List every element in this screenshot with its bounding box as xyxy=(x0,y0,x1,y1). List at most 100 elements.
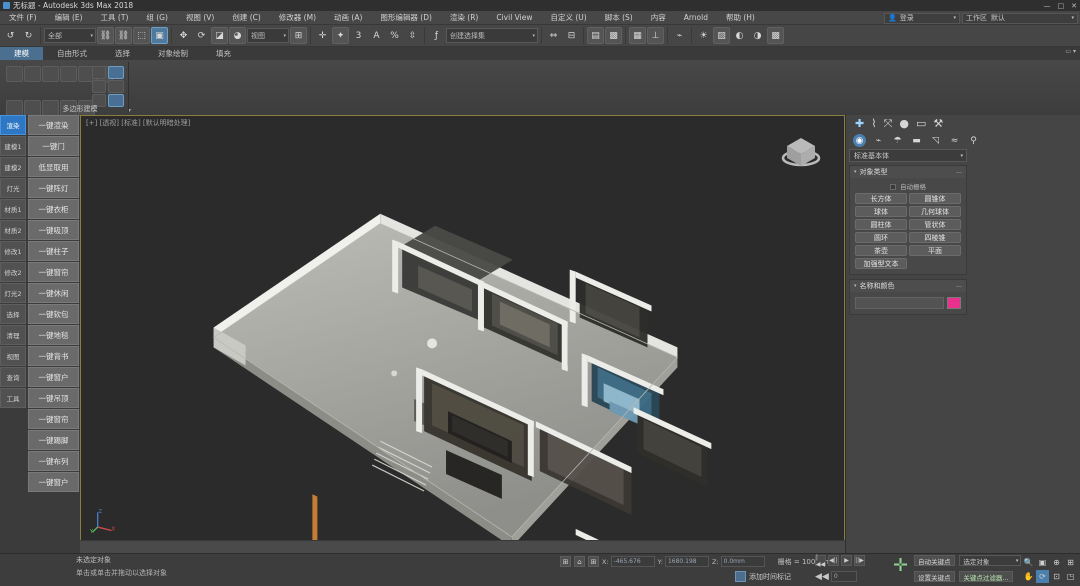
curve-editor-button[interactable]: ▦ xyxy=(629,27,646,44)
menu-item-scripting[interactable]: 脚本 (S) xyxy=(596,11,642,25)
cylinder-button[interactable]: 圆柱体 xyxy=(855,219,907,230)
render-setup-button[interactable]: ⌁ xyxy=(671,27,688,44)
sidebar-action-lowpoly[interactable]: 低显取用 xyxy=(28,157,79,177)
menu-item-civil-view[interactable]: Civil View xyxy=(487,11,541,25)
sidebar-category-lights2[interactable]: 灯光2 xyxy=(0,283,26,303)
close-button[interactable]: ✕ xyxy=(1071,2,1077,10)
add-time-tag-group[interactable]: 添加时间标记 xyxy=(735,571,791,582)
sidebar-action-curtain2[interactable]: 一键窗帘 xyxy=(28,409,79,429)
render-production-button[interactable]: ☀ xyxy=(695,27,712,44)
zoom-extents-icon[interactable]: ⊕ xyxy=(1050,556,1063,569)
snap-3d-button[interactable]: 3 xyxy=(350,27,367,44)
minimize-icon[interactable]: — xyxy=(956,283,962,290)
sidebar-category-view[interactable]: 视图 xyxy=(0,346,26,366)
sidebar-action-softpack[interactable]: 一键软包 xyxy=(28,304,79,324)
primitive-category-dropdown[interactable]: 标准基本体 ▾ xyxy=(849,149,967,162)
sidebar-category-material2[interactable]: 材质2 xyxy=(0,220,26,240)
menu-item-help[interactable]: 帮助 (H) xyxy=(717,11,764,25)
snap-angle-button[interactable]: A xyxy=(368,27,385,44)
create-tab-icon[interactable]: ✚ xyxy=(855,118,864,129)
teapot-button[interactable]: 茶壶 xyxy=(855,245,907,256)
sphere-button[interactable]: 球体 xyxy=(855,206,907,217)
menu-item-file[interactable]: 文件 (F) xyxy=(0,11,46,25)
minimize-button[interactable]: — xyxy=(1044,2,1051,10)
field-of-view-icon[interactable]: ◳ xyxy=(1064,570,1077,583)
menu-item-customize[interactable]: 自定义 (U) xyxy=(541,11,595,25)
spinner-snap-button[interactable]: ⇳ xyxy=(404,27,421,44)
unlink-button[interactable]: ⛓ xyxy=(115,27,132,44)
select-scale-button[interactable]: ◪ xyxy=(211,27,228,44)
workspace-selector[interactable]: 工作区 默认 ▾ xyxy=(962,12,1078,24)
absolute-relative-icon[interactable]: ⊞ xyxy=(588,556,599,567)
sidebar-action-door[interactable]: 一键门 xyxy=(28,136,79,156)
autogrid-checkbox-row[interactable]: 自动栅格 xyxy=(855,181,961,191)
sidebar-category-modeling2[interactable]: 建模2 xyxy=(0,157,26,177)
ribbon-button[interactable] xyxy=(108,66,124,79)
lights-icon[interactable]: ☂ xyxy=(891,134,904,147)
sidebar-category-lights[interactable]: 灯光 xyxy=(0,178,26,198)
angle-snap-button[interactable]: ✦ xyxy=(332,27,349,44)
bind-to-space-warp-button[interactable]: ⬚ xyxy=(133,27,150,44)
menu-item-graph-editors[interactable]: 图形编辑器 (D) xyxy=(371,11,441,25)
current-frame-input[interactable]: 0 xyxy=(830,571,857,582)
select-object-button[interactable]: ▣ xyxy=(151,27,168,44)
sidebar-category-cleanup[interactable]: 清理 xyxy=(0,325,26,345)
ribbon-overflow-icon[interactable]: ▭ ▾ xyxy=(1065,48,1076,55)
sidebar-action-column[interactable]: 一键柱子 xyxy=(28,241,79,261)
viewport-label[interactable]: [+] [透视] [标准] [默认明暗处理] xyxy=(86,118,190,128)
sidebar-category-tools[interactable]: 工具 xyxy=(0,388,26,408)
select-link-button[interactable]: ⛓ xyxy=(97,27,114,44)
signin-button[interactable]: 👤 登录 ▾ xyxy=(884,12,960,24)
ribbon-tab-object-paint[interactable]: 对象绘制 xyxy=(144,47,202,60)
cameras-icon[interactable]: ▬ xyxy=(910,134,923,147)
ribbon-tab-modeling[interactable]: 建模 xyxy=(0,47,43,60)
key-mode-toggle-button[interactable]: ◀◀ xyxy=(815,572,829,582)
sidebar-action-ceiling2[interactable]: 一键吊顶 xyxy=(28,388,79,408)
select-rotate-button[interactable]: ⟳ xyxy=(193,27,210,44)
name-and-color-header[interactable]: ▾ 名称和颜色 — xyxy=(850,280,966,292)
prev-frame-button[interactable]: ◀|| xyxy=(828,555,839,566)
helpers-icon[interactable]: ◹ xyxy=(929,134,942,147)
mirror-button[interactable]: ⇔ xyxy=(545,27,562,44)
material-editor-button[interactable]: ⊥ xyxy=(647,27,664,44)
auto-key-button[interactable]: 自动关键点 xyxy=(914,555,955,566)
play-button[interactable]: ▶ xyxy=(841,555,852,566)
tube-button[interactable]: 管状体 xyxy=(909,219,961,230)
coordinate-system-combo[interactable]: 视图 ▾ xyxy=(247,28,289,43)
object-type-header[interactable]: ▾ 对象类型 — xyxy=(850,166,966,178)
coord-x-input[interactable]: -465.676 xyxy=(610,556,655,567)
sidebar-action-curtain[interactable]: 一键窗帘 xyxy=(28,262,79,282)
render-last-button[interactable]: ◑ xyxy=(749,27,766,44)
sidebar-action-leisure[interactable]: 一键休闲 xyxy=(28,283,79,303)
modify-tab-icon[interactable]: ⌇ xyxy=(871,118,876,129)
autogrid-checkbox[interactable] xyxy=(889,184,896,190)
text-plus-button[interactable]: 加强型文本 xyxy=(855,258,907,269)
select-move-button[interactable]: ✥ xyxy=(175,27,192,44)
sidebar-action-array[interactable]: 一键布列 xyxy=(28,451,79,471)
pyramid-button[interactable]: 四棱锥 xyxy=(909,232,961,243)
ribbon-button[interactable] xyxy=(24,66,41,82)
maximize-button[interactable]: □ xyxy=(1058,2,1065,10)
percent-snap-button[interactable]: % xyxy=(386,27,403,44)
zoom-all-icon[interactable]: ▣ xyxy=(1036,556,1049,569)
align-button[interactable]: ⊟ xyxy=(563,27,580,44)
zoom-icon[interactable]: 🔍 xyxy=(1022,556,1035,569)
sidebar-action-window[interactable]: 一键窗户 xyxy=(28,367,79,387)
goto-start-button[interactable]: |◀◀ xyxy=(815,554,826,568)
viewcube-icon[interactable] xyxy=(776,128,826,178)
sidebar-action-wardrobe[interactable]: 一键衣柜 xyxy=(28,199,79,219)
sidebar-action-bookshelf[interactable]: 一键背书 xyxy=(28,346,79,366)
menu-item-edit[interactable]: 编辑 (E) xyxy=(46,11,92,25)
sidebar-category-modeling1[interactable]: 建模1 xyxy=(0,136,26,156)
lock-icon[interactable]: ⌂ xyxy=(574,556,585,567)
time-tag-icon[interactable] xyxy=(735,571,746,582)
sidebar-category-modify1[interactable]: 修改1 xyxy=(0,241,26,261)
sidebar-action-baseboard[interactable]: 一键踢脚 xyxy=(28,430,79,450)
ribbon-button[interactable] xyxy=(6,66,23,82)
sidebar-category-render[interactable]: 渲染 xyxy=(0,115,26,135)
set-key-button[interactable]: 设置关键点 xyxy=(914,571,955,582)
add-time-tag-plus-icon[interactable]: ✛ xyxy=(893,557,908,575)
geometry-icon[interactable]: ◉ xyxy=(853,134,866,147)
pan-icon[interactable]: ✋ xyxy=(1022,570,1035,583)
plane-button[interactable]: 平面 xyxy=(909,245,961,256)
